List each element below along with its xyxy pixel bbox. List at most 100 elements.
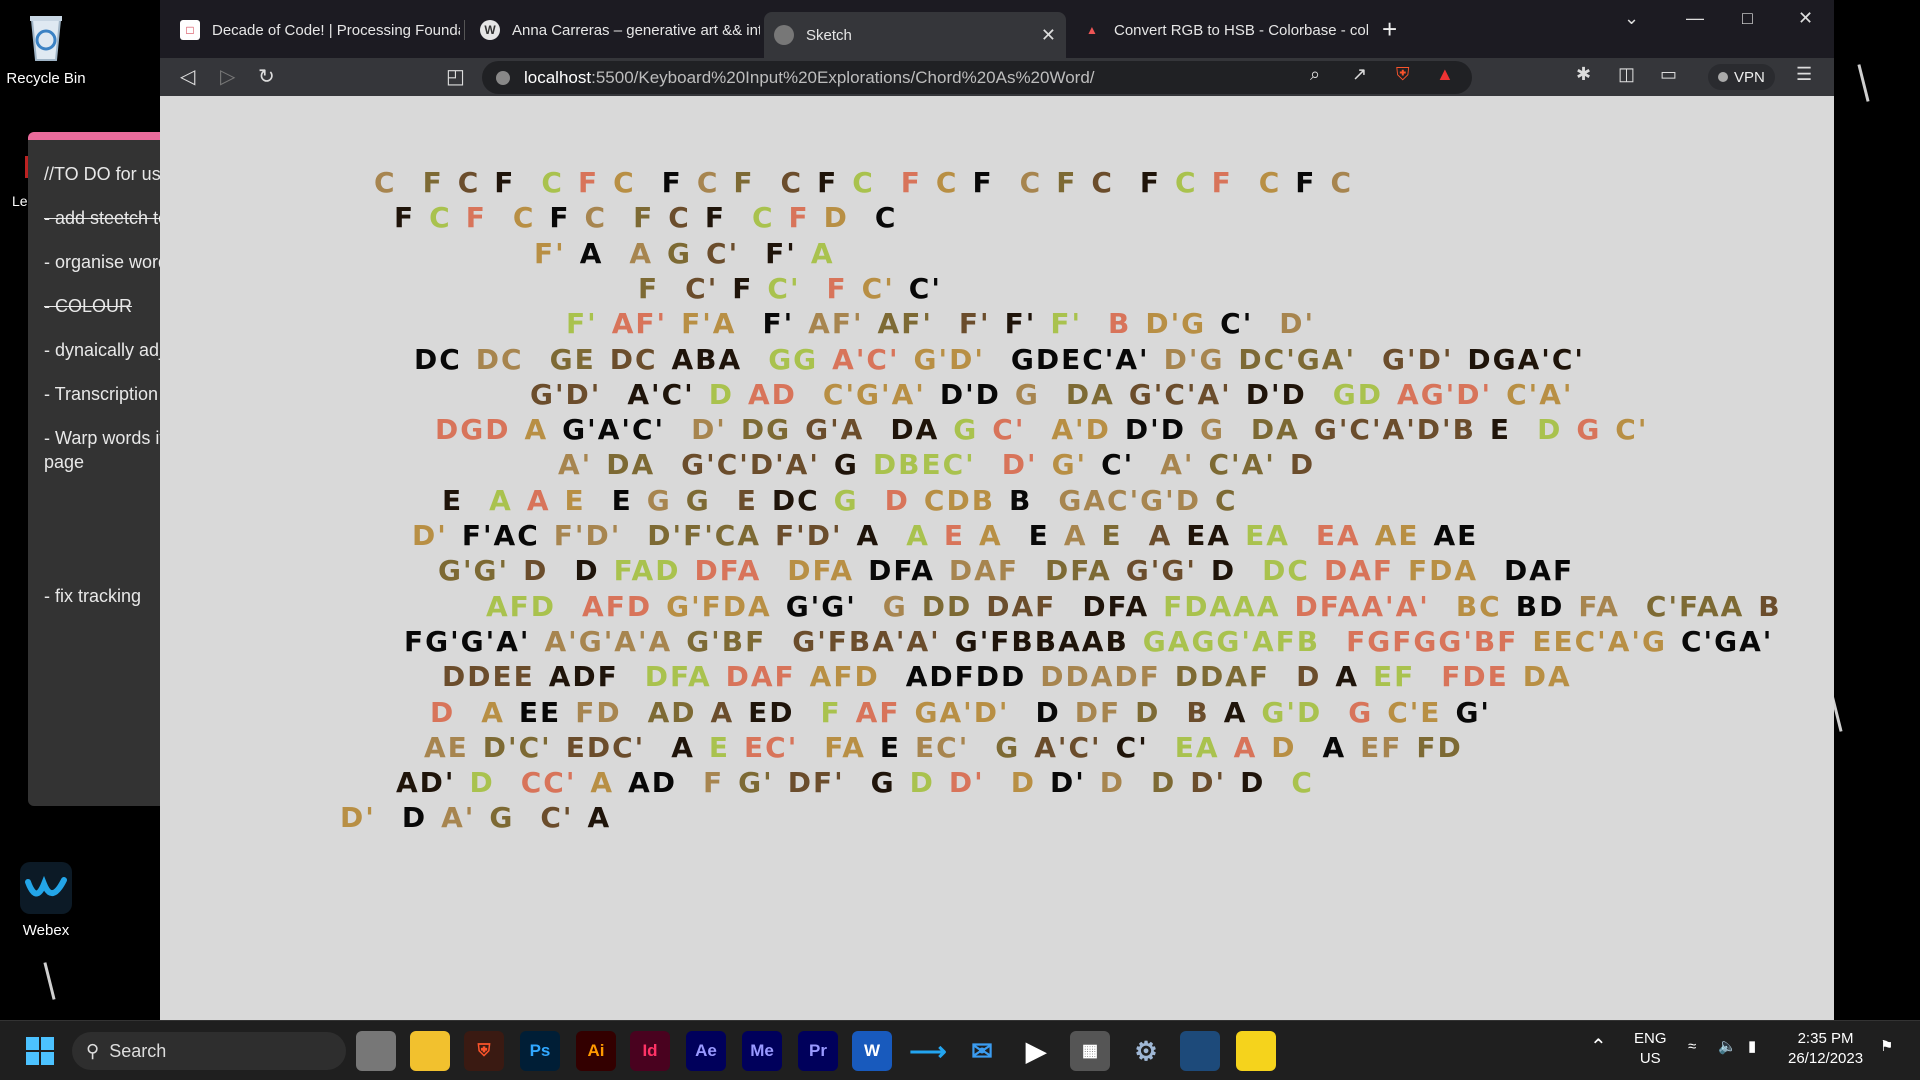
mail-icon[interactable]: ✉ [962,1031,1002,1071]
chord-word: CC' [520,766,577,800]
back-button[interactable]: ◁ [180,64,195,89]
chord-word: C [541,166,564,199]
chord-word: F'D' [775,519,843,552]
chord-word: DFA [1044,554,1112,588]
media-encoder-icon[interactable]: Me [742,1031,782,1071]
chord-word: GAC'G'D [1058,483,1201,517]
chord-word: G [833,448,859,482]
vscode-icon[interactable]: ⟶ [908,1031,948,1071]
share-icon[interactable]: ↗ [1352,64,1367,85]
chord-word: F [788,201,810,235]
vpn-status-icon [1718,72,1728,82]
photoshop-icon[interactable]: Ps [520,1031,560,1071]
chord-word: F [732,271,754,305]
reload-button[interactable]: ↻ [258,64,275,89]
brave-shields-icon[interactable]: ⛨ [1396,64,1410,85]
wifi-icon[interactable]: ≈ [1688,1037,1696,1057]
chord-word: A [481,695,505,729]
chord-word: F [549,201,571,235]
chord-word: D [1135,695,1161,729]
forward-button[interactable]: ▷ [220,64,235,89]
recycle-bin-shortcut[interactable]: Recycle Bin [0,8,92,87]
sidebar-icon[interactable]: ◫ [1618,64,1635,85]
chord-word: DA [1065,377,1115,411]
chord-word: D' [1049,766,1086,800]
after-effects-icon[interactable]: Ae [686,1031,726,1071]
show-hidden-icons-chevron-icon[interactable]: ⌃ [1590,1037,1607,1057]
chord-word: G'G' [438,554,510,588]
tab-title: Decade of Code! | Processing Foundat [212,21,460,39]
site-info-icon[interactable] [496,70,510,85]
tab-decade-of-code[interactable]: □ Decade of Code! | Processing Foundat [170,12,460,48]
sticky-notes-icon[interactable] [1236,1031,1276,1071]
start-icon[interactable] [20,1031,60,1071]
close-tab-icon[interactable]: ✕ [1031,25,1056,46]
chord-word: DC'GA' [1238,342,1357,376]
bookmark-icon[interactable]: ◰ [446,64,465,89]
tab-colorbase[interactable]: ▲ Convert RGB to HSB - Colorbase - col [1072,12,1368,48]
task-view-icon[interactable] [356,1031,396,1071]
file-explorer-icon[interactable] [410,1031,450,1071]
tab-divider [464,20,465,40]
reader-mode-icon[interactable]: ⌕ [1310,64,1320,85]
tab-anna-carreras[interactable]: W Anna Carreras – generative art && int [470,12,760,48]
address-bar[interactable]: localhost:5500/Keyboard%20Input%20Explor… [482,61,1472,94]
chord-word: C' [685,271,719,305]
chord-word: A' [1160,448,1195,482]
note-item: - COLOUR [44,296,133,316]
chord-word: D [884,483,910,517]
chord-word: F'A [681,307,737,341]
indesign-icon[interactable]: Id [630,1031,670,1071]
tab-search-chevron-icon[interactable]: ⌄ [1624,8,1639,29]
clock[interactable]: 2:35 PM 26/12/2023 [1788,1029,1863,1069]
battery-icon[interactable]: ▮ [1748,1037,1756,1057]
note-item: - organise word [44,252,169,272]
chord-word: F' [534,236,566,270]
calculator-icon[interactable]: ▦ [1070,1031,1110,1071]
chord-word: EA [1174,730,1220,764]
chord-word: C [457,166,481,199]
webex-shortcut[interactable]: Webex [0,860,92,939]
sticky-notes-window[interactable]: //TO DO for us - add steetch te - organise… [28,132,178,806]
chord-word: DC [414,342,462,376]
volume-icon[interactable]: 🔈 [1718,1037,1737,1057]
brave-rewards-icon[interactable]: ▲ [1436,64,1454,85]
word-icon[interactable]: W [852,1031,892,1071]
new-tab-button[interactable]: + [1382,14,1397,45]
chord-word: EC' [744,730,799,764]
taskbar-search[interactable]: ⚲ Search [72,1032,346,1070]
language-indicator[interactable]: ENG US [1634,1029,1667,1069]
desktop-stroke [43,962,56,1000]
menu-icon[interactable]: ☰ [1796,64,1812,85]
brave-browser-icon[interactable]: ⛨ [464,1031,504,1071]
chord-word: DC [475,342,524,376]
chord-word: F [820,695,842,729]
snipping-tool-icon[interactable] [1180,1031,1220,1071]
chord-word: ED [748,695,795,729]
chord-word: DA [1522,660,1572,694]
minimize-button[interactable]: — [1686,8,1704,29]
premiere-icon[interactable]: Pr [798,1031,838,1071]
chord-word: F' [1004,307,1037,341]
chord-word: D [1289,448,1316,482]
close-window-button[interactable]: ✕ [1798,8,1813,29]
tab-sketch[interactable]: Sketch ✕ [764,12,1066,58]
url-text: localhost:5500/Keyboard%20Input%20Explor… [524,67,1095,87]
illustrator-icon[interactable]: Ai [576,1031,616,1071]
chord-word: C [874,201,898,235]
notifications-icon[interactable]: ⚑ [1880,1037,1893,1057]
extensions-icon[interactable]: ✱ [1576,64,1591,85]
globe-icon [774,25,794,45]
wallet-icon[interactable]: ▭ [1660,64,1677,85]
maximize-button[interactable]: □ [1742,8,1753,29]
chord-word-line: F C' F C' F C' C' [638,272,968,306]
media-player-icon[interactable]: ▶ [1016,1031,1056,1071]
chord-word: AFD [486,589,557,623]
chord-word: DAF [986,589,1057,623]
sketch-canvas[interactable]: C F C F C F C F C F C F C F C F C F C F C F C F C F C F C F C F C F C F D C F'… [160,96,1834,1020]
chord-word-line: FCFCFCFCFCFDC [394,201,911,235]
chord-word: D'C' [482,730,552,764]
vpn-button[interactable]: VPN [1708,64,1775,90]
chord-word: DAF [1504,554,1575,588]
settings-gear-icon[interactable]: ⚙ [1126,1031,1166,1071]
